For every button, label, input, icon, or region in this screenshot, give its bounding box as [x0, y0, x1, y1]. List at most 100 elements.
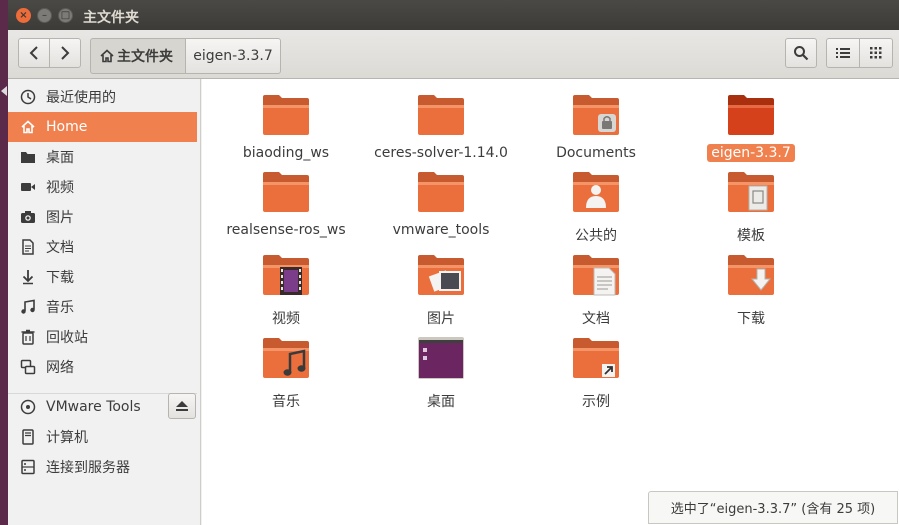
sidebar-item-music[interactable]: 音乐: [8, 292, 197, 322]
file-label: ceres-solver-1.14.0: [374, 145, 508, 161]
sidebar-item-network[interactable]: 网络: [8, 352, 197, 382]
file-label: 下载: [737, 311, 765, 327]
file-item-videos[interactable]: 视频: [216, 253, 356, 335]
file-item-vmware-tools[interactable]: vmware_tools: [371, 170, 511, 252]
file-item-realsense-ros-ws[interactable]: realsense-ros_ws: [216, 170, 356, 252]
sidebar-item-desktop[interactable]: 桌面: [8, 142, 197, 172]
music-folder-icon: [263, 338, 309, 378]
breadcrumb-eigen-label: eigen-3.3.7: [193, 48, 273, 64]
file-item-desktop[interactable]: 桌面: [371, 336, 511, 418]
download-icon: [20, 269, 36, 285]
folder-icon: [728, 95, 774, 135]
computer-icon: [20, 429, 36, 445]
file-label: eigen-3.3.7: [707, 144, 795, 162]
trash-icon: [20, 329, 36, 345]
forward-button[interactable]: [49, 38, 81, 68]
launcher-arrow-icon: [1, 86, 7, 96]
file-item-biaoding-ws[interactable]: biaoding_ws: [216, 93, 356, 175]
videos-folder-icon: [263, 255, 309, 295]
file-item-templates[interactable]: 模板: [681, 170, 821, 252]
file-view: biaoding_ws ceres-solver-1.14.0 Document…: [202, 79, 899, 525]
sidebar-item-label: 连接到服务器: [46, 460, 130, 476]
sidebar-item-label: 最近使用的: [46, 90, 116, 106]
sidebar-item-downloads[interactable]: 下载: [8, 262, 197, 292]
sidebar-item-connect-server[interactable]: 连接到服务器: [8, 452, 197, 482]
back-button[interactable]: [18, 38, 50, 68]
file-item-downloads[interactable]: 下载: [681, 253, 821, 335]
file-manager-window: × – □ 主文件夹 主文件夹 eigen-3.3.7 最近使用的 Home 桌…: [8, 0, 899, 525]
eject-icon: [176, 401, 188, 411]
documents-folder-icon: [573, 255, 619, 296]
close-window-button[interactable]: ×: [16, 8, 31, 23]
document-icon: [20, 239, 36, 255]
file-label: 示例: [582, 394, 610, 410]
sidebar-item-label: 图片: [46, 210, 74, 226]
sidebar-item-vmware-tools[interactable]: VMware Tools: [8, 392, 163, 422]
disc-icon: [20, 399, 36, 415]
network-icon: [20, 359, 36, 375]
maximize-icon: □: [60, 9, 71, 21]
sidebar-item-recent[interactable]: 最近使用的: [8, 82, 197, 112]
sidebar-item-label: 音乐: [46, 300, 74, 316]
file-item-music[interactable]: 音乐: [216, 336, 356, 418]
sidebar-item-computer[interactable]: 计算机: [8, 422, 197, 452]
file-label: Documents: [556, 145, 636, 161]
file-label: 文档: [582, 311, 610, 327]
status-text: 选中了“eigen-3.3.7” (含有 25 项): [670, 502, 876, 517]
server-icon: [20, 459, 36, 475]
file-item-pictures[interactable]: 图片: [371, 253, 511, 335]
folder-icon: [263, 172, 309, 212]
sidebar-item-trash[interactable]: 回收站: [8, 322, 197, 352]
file-item-documents-cn[interactable]: 文档: [526, 253, 666, 335]
close-icon: ×: [19, 9, 28, 21]
breadcrumb-eigen[interactable]: eigen-3.3.7: [185, 38, 281, 74]
folder-icon: [418, 95, 464, 135]
file-item-ceres-solver[interactable]: ceres-solver-1.14.0: [371, 93, 511, 175]
sidebar-item-pictures[interactable]: 图片: [8, 202, 197, 232]
sidebar-item-documents[interactable]: 文档: [8, 232, 197, 262]
recent-icon: [20, 89, 36, 105]
file-label: 模板: [737, 228, 765, 244]
desktop-folder-icon: [418, 337, 464, 379]
launcher-strip: [0, 0, 8, 525]
downloads-folder-icon: [728, 255, 774, 295]
file-item-examples[interactable]: 示例: [526, 336, 666, 418]
view-toggle: [826, 38, 894, 68]
nav-buttons: [18, 38, 82, 68]
file-label: biaoding_ws: [242, 145, 330, 161]
chevron-left-icon: [29, 46, 38, 60]
file-item-eigen-selected[interactable]: eigen-3.3.7: [681, 93, 821, 175]
breadcrumb-home-label: 主文件夹: [117, 49, 173, 65]
chevron-right-icon: [61, 46, 70, 60]
list-view-icon: [836, 48, 850, 58]
search-icon: [794, 46, 809, 61]
sidebar-item-label: 计算机: [46, 430, 88, 446]
window-title: 主文件夹: [83, 10, 139, 26]
maximize-window-button[interactable]: □: [58, 8, 73, 23]
folder-icon: [418, 172, 464, 212]
sidebar-item-label: 文档: [46, 240, 74, 256]
file-label: vmware_tools: [392, 222, 490, 238]
file-label: 视频: [272, 311, 300, 327]
file-item-documents[interactable]: Documents: [526, 93, 666, 175]
search-button[interactable]: [785, 38, 817, 68]
grid-view-button[interactable]: [859, 38, 893, 68]
list-view-button[interactable]: [826, 38, 860, 68]
status-bar: 选中了“eigen-3.3.7” (含有 25 项): [648, 491, 898, 524]
titlebar: × – □ 主文件夹: [8, 0, 899, 30]
sidebar-item-label: VMware Tools: [46, 399, 141, 415]
breadcrumb-home[interactable]: 主文件夹: [90, 38, 186, 74]
sidebar-item-label: 下载: [46, 270, 74, 286]
public-folder-icon: [573, 172, 619, 212]
pictures-folder-icon: [418, 255, 464, 295]
home-icon: [100, 49, 114, 63]
file-item-public[interactable]: 公共的: [526, 170, 666, 252]
minimize-window-button[interactable]: –: [37, 8, 52, 23]
sidebar-item-label: 网络: [46, 360, 74, 376]
sidebar-item-videos[interactable]: 视频: [8, 172, 197, 202]
file-label: 音乐: [272, 394, 300, 410]
eject-button[interactable]: [168, 393, 196, 419]
sidebar-item-label: 视频: [46, 180, 74, 196]
sidebar-item-home[interactable]: Home: [8, 112, 197, 142]
minimize-icon: –: [42, 9, 47, 21]
